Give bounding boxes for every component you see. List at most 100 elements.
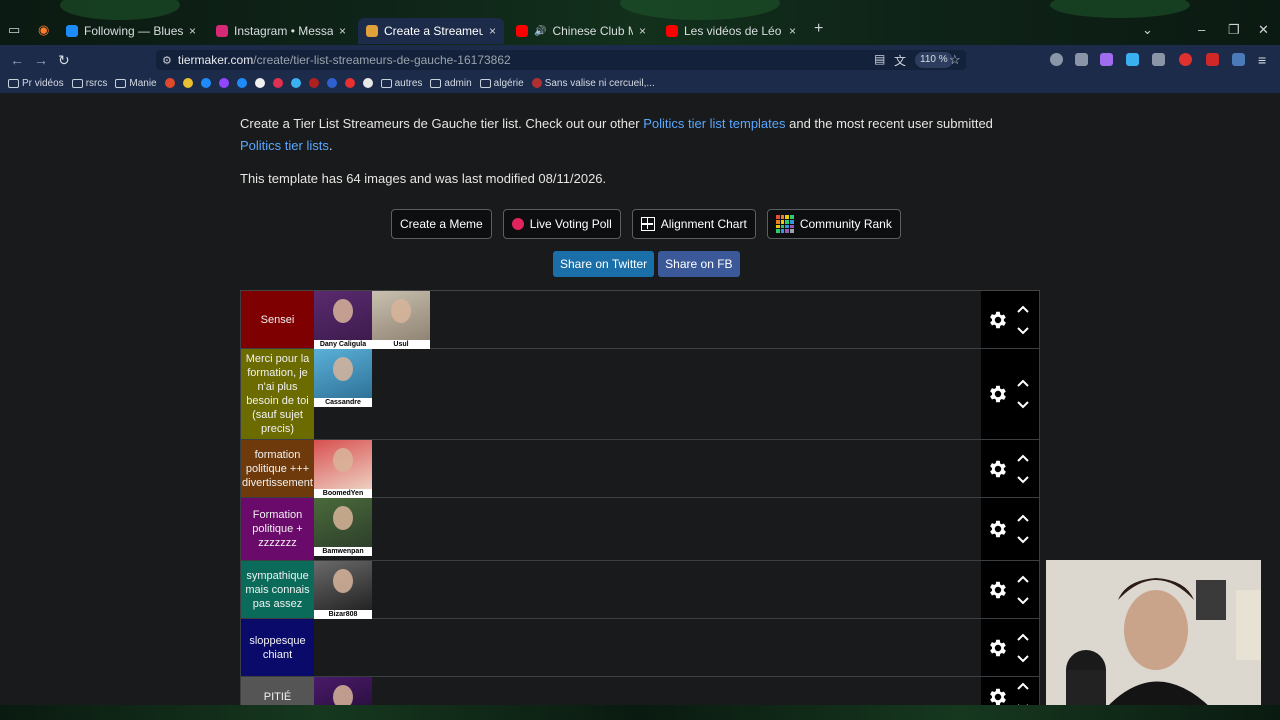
tab-instagram[interactable]: Instagram • Messages × [208, 18, 354, 44]
bookmark-favicon[interactable] [236, 78, 247, 88]
new-tab-icon[interactable]: + [814, 20, 823, 38]
bookmark-folder[interactable]: Manie [115, 78, 157, 89]
tier-item[interactable]: Bamwenpan [314, 498, 372, 556]
politics-templates-link[interactable]: Politics tier list templates [643, 116, 785, 131]
tier-item[interactable]: Cassandre [314, 349, 372, 407]
bookmark-favicon[interactable] [344, 78, 355, 88]
bookmark-folder[interactable]: rsrcs [71, 78, 107, 89]
chevron-up-icon[interactable] [1017, 378, 1029, 390]
extension-purple-icon[interactable] [1100, 53, 1113, 66]
politics-tier-lists-link[interactable]: Politics tier lists [240, 138, 329, 153]
tier-item[interactable] [314, 677, 372, 705]
bookmark-star-icon[interactable]: ☆ [949, 52, 961, 68]
gear-icon[interactable] [987, 579, 1009, 601]
bookmark-folder[interactable]: Pr vidéos [8, 78, 64, 89]
bookmark-folder[interactable]: admin [430, 78, 472, 89]
chevron-up-icon[interactable] [1017, 453, 1029, 465]
chevron-up-icon[interactable] [1017, 513, 1029, 525]
ublock-icon[interactable] [1206, 53, 1219, 66]
tab-list-chevron-icon[interactable]: ⌄ [1142, 22, 1153, 38]
bookmark-favicon[interactable] [326, 78, 337, 88]
tier-items[interactable]: BoomedYen [314, 440, 981, 498]
chevron-down-icon[interactable] [1017, 652, 1029, 664]
bookmark-favicon[interactable] [254, 78, 265, 88]
tier-item[interactable]: Usul [372, 291, 430, 349]
reader-view-icon[interactable]: ▤ [874, 52, 885, 66]
firefox-view-icon[interactable]: ◉ [38, 22, 49, 38]
chevron-up-icon[interactable] [1017, 681, 1029, 693]
tier-label[interactable]: sympathique mais connais pas assez [241, 561, 314, 618]
tier-label[interactable]: sloppesque chiant [241, 619, 314, 676]
tier-items[interactable]: Bamwenpan [314, 498, 981, 560]
tier-items[interactable] [314, 619, 981, 676]
extension-grid-icon[interactable] [1232, 53, 1245, 66]
bookmark-folder[interactable]: algérie [479, 78, 524, 89]
gear-icon[interactable] [987, 518, 1009, 540]
translate-icon[interactable]: 文 [894, 52, 906, 69]
gear-icon[interactable] [987, 309, 1009, 331]
close-tab-icon[interactable]: × [189, 24, 196, 38]
reload-icon[interactable]: ↻ [58, 52, 70, 69]
tier-label[interactable]: formation politique +++ divertissement [241, 440, 314, 497]
community-rank-button[interactable]: Community Rank [766, 209, 901, 239]
tab-youtube-leo[interactable]: Les vidéos de Léo - YouTube × [658, 18, 804, 44]
extension-blue-icon[interactable] [1126, 53, 1139, 66]
zoom-level[interactable]: 110 % [915, 52, 953, 68]
close-tab-icon[interactable]: × [789, 24, 796, 38]
tab-bluesky[interactable]: Following — Bluesky × [58, 18, 204, 44]
chevron-down-icon[interactable] [1017, 324, 1029, 336]
adblock-icon[interactable] [1179, 53, 1192, 66]
chevron-down-icon[interactable] [1017, 473, 1029, 485]
chevron-down-icon[interactable] [1017, 533, 1029, 545]
chevron-down-icon[interactable] [1017, 398, 1029, 410]
share-facebook-button[interactable]: Share on FB [658, 251, 740, 277]
tab-tiermaker[interactable]: Create a Streameurs de Gauche × [358, 18, 504, 44]
tier-label[interactable]: Sensei [241, 291, 314, 348]
back-icon[interactable]: ← [10, 52, 24, 68]
bookmark-favicon[interactable] [218, 78, 229, 88]
tier-item[interactable]: Bizar808 [314, 561, 372, 619]
bookmark-favicon[interactable] [362, 78, 373, 88]
tier-items[interactable]: Bizar808 [314, 561, 981, 619]
close-tab-icon[interactable]: × [339, 24, 346, 38]
bookmark-favicon[interactable] [272, 78, 283, 88]
bookmark-favicon[interactable] [182, 78, 193, 88]
gear-icon[interactable] [987, 637, 1009, 659]
bookmark-folder[interactable]: autres [380, 78, 422, 89]
tab-youtube-mix[interactable]: 🔊 Chinese Club Mix at a Senic × [508, 18, 654, 44]
gear-icon[interactable] [987, 458, 1009, 480]
live-voting-poll-button[interactable]: Live Voting Poll [502, 209, 621, 239]
forward-icon[interactable]: → [34, 52, 48, 68]
extension-glasses-icon[interactable] [1152, 53, 1165, 66]
chevron-down-icon[interactable] [1017, 594, 1029, 606]
tier-items[interactable] [314, 677, 981, 705]
tier-item[interactable]: BoomedYen [314, 440, 372, 498]
tab-overview-icon[interactable]: ▭ [8, 22, 20, 38]
extensions-icon[interactable] [1075, 53, 1088, 66]
bookmark-favicon[interactable] [200, 78, 211, 88]
tier-label[interactable]: Formation politique + zzzzzzz [241, 498, 314, 560]
create-meme-button[interactable]: Create a Meme [391, 209, 492, 239]
close-tab-icon[interactable]: × [639, 24, 646, 38]
restore-icon[interactable]: ❐ [1228, 22, 1240, 38]
gear-icon[interactable] [987, 383, 1009, 405]
chevron-up-icon[interactable] [1017, 304, 1029, 316]
tier-items[interactable]: Cassandre [314, 349, 981, 439]
bookmark-favicon[interactable] [308, 78, 319, 88]
share-twitter-button[interactable]: Share on Twitter [553, 251, 655, 277]
tier-label[interactable]: PITIÉ [241, 677, 314, 705]
site-info-icon[interactable]: ⚙ [162, 54, 172, 67]
chevron-up-icon[interactable] [1017, 632, 1029, 644]
menu-icon[interactable]: ≡ [1258, 52, 1266, 68]
bookmark-favicon[interactable] [290, 78, 301, 88]
address-bar[interactable]: ⚙ tiermaker.com /create/tier-list-stream… [156, 50, 966, 70]
chevron-up-icon[interactable] [1017, 574, 1029, 586]
gear-icon[interactable] [987, 686, 1009, 706]
bookmark-link[interactable]: Sans valise ni cercueil,... [531, 78, 655, 89]
tier-label[interactable]: Merci pour la formation, je n'ai plus be… [241, 349, 314, 439]
close-window-icon[interactable]: ✕ [1258, 22, 1269, 38]
close-tab-icon[interactable]: × [489, 24, 496, 38]
bookmark-favicon[interactable] [164, 78, 175, 88]
alignment-chart-button[interactable]: Alignment Chart [631, 209, 756, 239]
account-icon[interactable] [1050, 53, 1063, 66]
